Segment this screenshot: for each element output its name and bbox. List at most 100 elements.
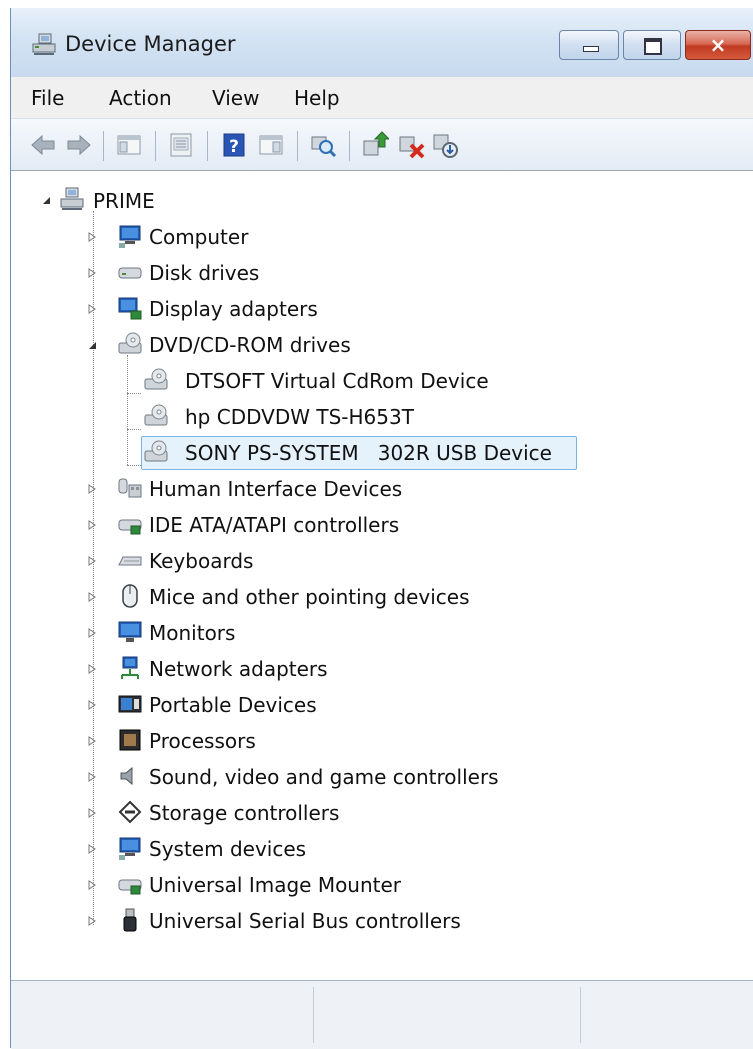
status-pane-3 — [581, 987, 753, 1043]
tree-device-label: hp CDDVDW TS-H653T — [185, 405, 414, 429]
collapse-arrow-icon[interactable] — [41, 194, 51, 206]
menu-bar: File Action View Help — [11, 76, 753, 119]
expand-arrow-icon[interactable] — [87, 663, 97, 675]
usb-icon — [123, 908, 137, 932]
menu-view[interactable]: View — [212, 86, 259, 110]
status-pane-2 — [314, 987, 581, 1043]
display-adapter-icon — [118, 297, 142, 320]
show-hide-action-pane-icon[interactable] — [257, 131, 285, 159]
toolbar-separator — [155, 131, 156, 161]
tree-category-label: Universal Serial Bus controllers — [149, 909, 461, 933]
monitor-icon — [118, 621, 142, 642]
tree-category-label: System devices — [149, 837, 307, 861]
expand-arrow-icon[interactable] — [87, 483, 97, 495]
tree-connector — [127, 393, 141, 394]
portable-device-icon — [118, 695, 142, 713]
device-tree[interactable]: PRIME Computer Disk drives Display adapter… — [11, 170, 753, 981]
uninstall-device-icon[interactable] — [431, 131, 459, 159]
computer-icon — [119, 225, 141, 248]
back-arrow-icon[interactable] — [29, 131, 57, 159]
menu-action[interactable]: Action — [109, 86, 172, 110]
expand-arrow-icon[interactable] — [87, 555, 97, 567]
minimize-button[interactable] — [559, 30, 619, 60]
close-icon: × — [709, 33, 727, 57]
disable-device-icon[interactable] — [397, 131, 425, 159]
keyboard-icon — [118, 556, 142, 566]
menu-file[interactable]: File — [31, 86, 64, 110]
system-devices-icon — [119, 837, 141, 860]
computer-network-icon — [60, 187, 84, 210]
collapse-arrow-icon[interactable] — [87, 339, 97, 351]
device-manager-icon — [32, 33, 56, 55]
expand-arrow-icon[interactable] — [87, 843, 97, 855]
mouse-icon — [122, 584, 138, 608]
expand-arrow-icon[interactable] — [87, 627, 97, 639]
tree-category-label: Mice and other pointing devices — [149, 585, 470, 609]
device-manager-window: Device Manager × File Action View Help ?… — [10, 8, 753, 1049]
maximize-icon — [644, 38, 662, 55]
svg-text:?: ? — [229, 137, 239, 157]
forward-arrow-icon[interactable] — [65, 131, 93, 159]
tree-category-label: Human Interface Devices — [149, 477, 403, 501]
toolbar-separator — [349, 131, 350, 161]
expand-arrow-icon[interactable] — [87, 519, 97, 531]
properties-icon[interactable] — [167, 131, 195, 159]
tree-connector — [127, 355, 128, 465]
toolbar-separator — [103, 131, 104, 161]
dvd-drive-icon — [144, 440, 168, 462]
tree-category-label: Monitors — [149, 621, 236, 645]
tree-category-label: Display adapters — [149, 297, 318, 321]
tree-category-label: Portable Devices — [149, 693, 317, 717]
status-pane-1 — [11, 987, 314, 1043]
tree-category-label: Keyboards — [149, 549, 254, 573]
tree-category-label: Storage controllers — [149, 801, 340, 825]
image-mounter-icon — [118, 879, 142, 895]
title-bar[interactable]: Device Manager × — [11, 8, 753, 76]
dvd-drive-icon — [144, 368, 168, 390]
expand-arrow-icon[interactable] — [87, 879, 97, 891]
toolbar-separator — [207, 131, 208, 161]
help-icon[interactable]: ? — [220, 131, 248, 159]
ide-controller-icon — [118, 519, 142, 535]
disk-drive-icon — [118, 267, 142, 279]
toolbar-separator — [297, 131, 298, 161]
toolbar: ? — [11, 118, 753, 172]
hid-icon — [118, 478, 142, 498]
maximize-button[interactable] — [623, 30, 681, 60]
minimize-icon — [583, 46, 599, 52]
network-adapter-icon — [121, 656, 139, 679]
tree-root-label: PRIME — [93, 189, 155, 213]
tree-device-label: DTSOFT Virtual CdRom Device — [185, 369, 489, 393]
expand-arrow-icon[interactable] — [87, 699, 97, 711]
update-driver-icon[interactable] — [361, 131, 389, 159]
dvd-drive-icon — [144, 404, 168, 426]
dvd-drive-icon — [118, 332, 142, 354]
window-title: Device Manager — [65, 32, 236, 56]
tree-category-label: Universal Image Mounter — [149, 873, 402, 897]
tree-device-label: SONY PS-SYSTEM 302R USB Device — [185, 441, 552, 465]
storage-controller-icon — [118, 800, 142, 824]
tree-category-label: Network adapters — [149, 657, 328, 681]
menu-help[interactable]: Help — [294, 86, 340, 110]
status-bar — [11, 980, 753, 1049]
processor-icon — [119, 729, 141, 751]
tree-category-label: IDE ATA/ATAPI controllers — [149, 513, 400, 537]
tree-category-label: Processors — [149, 729, 256, 753]
expand-arrow-icon[interactable] — [87, 735, 97, 747]
expand-arrow-icon[interactable] — [87, 267, 97, 279]
expand-arrow-icon[interactable] — [87, 807, 97, 819]
tree-category-label: Sound, video and game controllers — [149, 765, 499, 789]
sound-icon — [120, 766, 133, 786]
expand-arrow-icon[interactable] — [87, 303, 97, 315]
expand-arrow-icon[interactable] — [87, 231, 97, 243]
tree-connector — [127, 465, 141, 466]
close-button[interactable]: × — [685, 30, 751, 60]
expand-arrow-icon[interactable] — [87, 771, 97, 783]
tree-category-label: Computer — [149, 225, 249, 249]
scan-hardware-icon[interactable] — [309, 131, 337, 159]
tree-connector — [127, 429, 141, 430]
tree-category-label: DVD/CD-ROM drives — [149, 333, 351, 357]
expand-arrow-icon[interactable] — [87, 915, 97, 927]
show-hide-console-tree-icon[interactable] — [115, 131, 143, 159]
expand-arrow-icon[interactable] — [87, 591, 97, 603]
